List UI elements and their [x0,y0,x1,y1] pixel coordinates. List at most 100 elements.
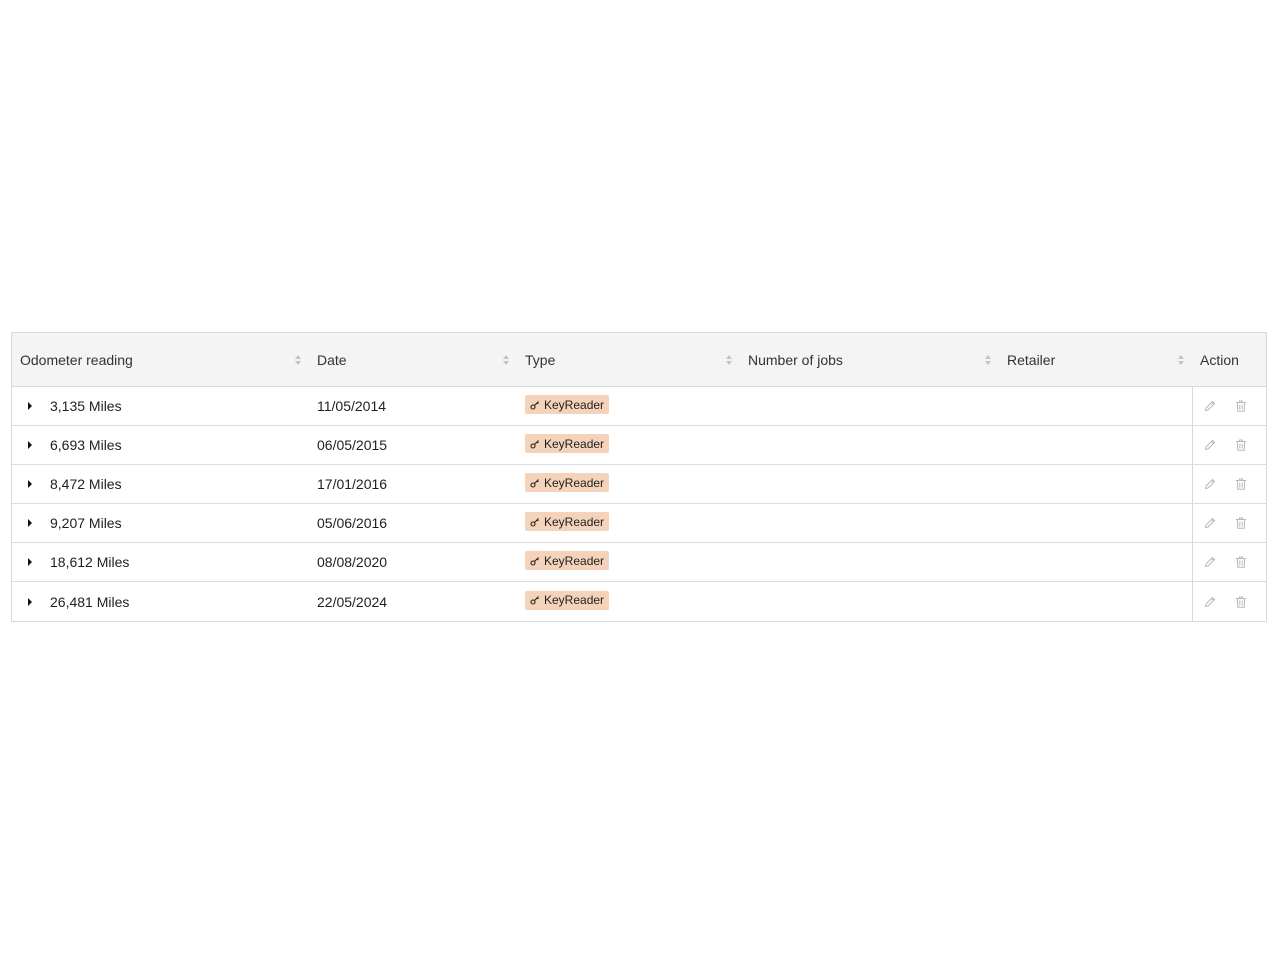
odometer-value: 8,472 Miles [50,476,122,492]
delete-button[interactable] [1234,438,1248,452]
type-tag: KeyReader [525,434,610,453]
jobs-cell [740,543,999,581]
action-cell [1192,387,1266,425]
pencil-icon [1204,556,1216,568]
type-label: KeyReader [544,514,605,529]
jobs-cell [740,465,999,503]
column-header-retailer[interactable]: Retailer [999,333,1192,386]
table-row: 8,472 Miles 17/01/2016 KeyReader [12,465,1266,504]
column-header-label: Type [525,351,556,368]
sort-icon[interactable] [503,354,511,366]
caret-right-icon [28,558,32,566]
odometer-cell: 6,693 Miles [12,426,309,464]
caret-right-icon [28,519,32,527]
date-value: 17/01/2016 [317,476,388,492]
jobs-cell [740,426,999,464]
column-header-label: Number of jobs [748,351,843,368]
key-icon [530,595,540,605]
type-cell: KeyReader [517,582,740,621]
retailer-cell [999,582,1192,621]
jobs-cell [740,582,999,621]
type-tag: KeyReader [525,473,610,492]
expand-row-button[interactable] [25,518,35,528]
table-row: 26,481 Miles 22/05/2024 KeyReader [12,582,1266,621]
column-header-label: Action [1200,351,1239,368]
table-body: 3,135 Miles 11/05/2014 KeyReader 6,693 M… [12,387,1266,621]
odometer-history-table: Odometer reading Date Type Number of job… [11,332,1267,622]
edit-button[interactable] [1203,555,1217,569]
column-header-number-of-jobs[interactable]: Number of jobs [740,333,999,386]
type-label: KeyReader [544,593,605,607]
pencil-icon [1204,517,1216,529]
jobs-cell [740,387,999,425]
delete-button[interactable] [1234,477,1248,491]
table-row: 6,693 Miles 06/05/2015 KeyReader [12,426,1266,465]
edit-button[interactable] [1203,399,1217,413]
odometer-cell: 8,472 Miles [12,465,309,503]
type-label: KeyReader [544,436,605,451]
edit-button[interactable] [1203,516,1217,530]
type-tag: KeyReader [525,590,610,610]
date-cell: 22/05/2024 [309,582,517,621]
odometer-cell: 9,207 Miles [12,504,309,542]
sort-icon[interactable] [726,354,734,366]
odometer-cell: 18,612 Miles [12,543,309,581]
trash-icon [1236,517,1246,529]
expand-row-button[interactable] [25,401,35,411]
type-label: KeyReader [544,397,605,412]
delete-button[interactable] [1234,399,1248,413]
trash-icon [1236,556,1246,568]
edit-button[interactable] [1203,595,1217,609]
date-value: 11/05/2014 [317,398,387,414]
trash-icon [1236,400,1246,412]
sort-icon[interactable] [1178,354,1186,366]
sort-icon[interactable] [985,354,993,366]
table-row: 3,135 Miles 11/05/2014 KeyReader [12,387,1266,426]
retailer-cell [999,543,1192,581]
delete-button[interactable] [1234,595,1248,609]
type-tag: KeyReader [525,551,610,570]
expand-row-button[interactable] [25,479,35,489]
odometer-value: 18,612 Miles [50,554,130,570]
edit-button[interactable] [1203,438,1217,452]
column-header-odometer-reading[interactable]: Odometer reading [12,333,309,386]
key-icon [530,517,540,527]
type-label: KeyReader [544,553,605,568]
sort-icon[interactable] [295,354,303,366]
date-value: 05/06/2016 [317,515,388,531]
action-cell [1192,426,1266,464]
retailer-cell [999,465,1192,503]
delete-button[interactable] [1234,555,1248,569]
odometer-cell: 3,135 Miles [12,387,309,425]
column-header-type[interactable]: Type [517,333,740,386]
caret-right-icon [28,480,32,488]
odometer-value: 3,135 Miles [50,398,122,414]
table-header: Odometer reading Date Type Number of job… [12,333,1266,387]
expand-row-button[interactable] [25,440,35,450]
column-header-label: Retailer [1007,351,1056,368]
date-cell: 17/01/2016 [309,465,517,503]
expand-row-button[interactable] [25,557,35,567]
caret-right-icon [28,597,32,606]
date-cell: 06/05/2015 [309,426,517,464]
caret-right-icon [28,402,32,410]
edit-button[interactable] [1203,477,1217,491]
column-header-date[interactable]: Date [309,333,517,386]
delete-button[interactable] [1234,516,1248,530]
column-header-label: Date [317,351,347,368]
pencil-icon [1204,439,1216,451]
type-cell: KeyReader [517,465,740,503]
odometer-value: 26,481 Miles [50,593,130,610]
odometer-value: 6,693 Miles [50,437,122,453]
retailer-cell [999,426,1192,464]
odometer-cell: 26,481 Miles [12,582,309,621]
type-tag: KeyReader [525,395,610,414]
action-cell [1192,582,1266,621]
action-cell [1192,465,1266,503]
date-cell: 08/08/2020 [309,543,517,581]
table-row: 9,207 Miles 05/06/2016 KeyReader [12,504,1266,543]
expand-row-button[interactable] [25,597,35,607]
date-value: 22/05/2024 [317,593,388,610]
caret-right-icon [28,441,32,449]
date-value: 08/08/2020 [317,554,388,570]
